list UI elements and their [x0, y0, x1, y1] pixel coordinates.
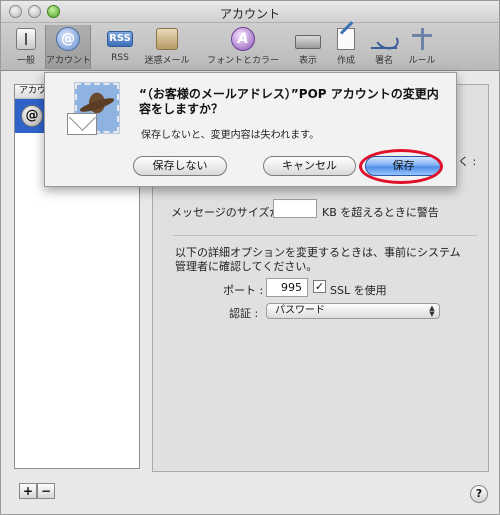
toolbar-rules[interactable]: ルール: [399, 25, 445, 69]
ssl-label: SSL を使用: [330, 284, 387, 297]
auth-select-value: パスワード: [275, 305, 325, 316]
title-bar: アカウント: [1, 1, 499, 23]
window-title: アカウント: [219, 7, 280, 21]
toolbar-rules-label: ルール: [408, 56, 436, 66]
preferences-toolbar: 一般 @ アカウント RSS RSS 迷惑メール A フォントとカラー 表示 作…: [1, 23, 499, 71]
port-input[interactable]: 995: [266, 278, 308, 297]
rules-icon: [410, 28, 434, 50]
toolbar-junk[interactable]: 迷惑メール: [144, 25, 190, 69]
toolbar-rss-label: RSS: [111, 53, 129, 63]
dont-save-button[interactable]: 保存しない: [133, 156, 227, 176]
view-icon: [295, 35, 321, 49]
message-size-label: メッセージのサイズが: [171, 206, 281, 219]
select-arrows-icon: ▲ ▼: [429, 304, 435, 318]
help-button[interactable]: ?: [470, 485, 488, 503]
message-size-suffix: KB を超えるときに警告: [322, 206, 439, 219]
section-divider: [173, 235, 477, 236]
toolbar-general[interactable]: 一般: [3, 25, 49, 69]
add-account-button[interactable]: +: [19, 483, 37, 499]
advanced-options-note: 以下の詳細オプションを変更するときは、事前にシステム管理者に確認してください。: [175, 246, 461, 273]
account-icon: @: [56, 27, 80, 51]
toolbar-general-label: 一般: [16, 56, 35, 66]
port-label: ポート :: [223, 284, 264, 297]
remove-account-button[interactable]: −: [37, 483, 55, 499]
signature-icon: [371, 29, 397, 49]
auth-label: 認証 :: [229, 307, 259, 320]
auth-select[interactable]: パスワード ▲ ▼: [266, 303, 440, 319]
highlight-circle: [359, 149, 443, 184]
toolbar-fonts-colors[interactable]: A フォントとカラー: [200, 25, 286, 69]
general-icon: [16, 28, 36, 50]
rss-icon: RSS: [107, 31, 133, 47]
toolbar-junk-label: 迷惑メール: [144, 56, 190, 66]
toolbar-fonts-label: フォントとカラー: [206, 56, 279, 66]
ssl-checkbox[interactable]: ✓: [313, 280, 326, 293]
message-size-input[interactable]: [273, 199, 317, 218]
envelope-icon: [67, 113, 97, 135]
partial-option-text: く :: [458, 155, 477, 168]
sheet-message: 保存しないと、変更内容は失われます。: [141, 130, 320, 141]
mail-app-icon: [67, 82, 125, 139]
compose-icon: [337, 28, 355, 50]
junk-mail-icon: [156, 28, 178, 50]
font-color-icon: A: [231, 27, 255, 51]
mail-preferences-window: アカウント 一般 @ アカウント RSS RSS 迷惑メール A フォントとカラ…: [0, 0, 500, 515]
toolbar-accounts-label: アカウント: [46, 56, 92, 66]
sheet-title: “（お客様のメールアドレス）”POP アカウントの変更内容をしますか？: [139, 87, 439, 116]
cancel-button[interactable]: キャンセル: [263, 156, 356, 176]
account-at-icon: @: [21, 105, 43, 127]
toolbar-rss[interactable]: RSS RSS: [97, 25, 143, 69]
toolbar-accounts[interactable]: @ アカウント: [45, 25, 91, 69]
